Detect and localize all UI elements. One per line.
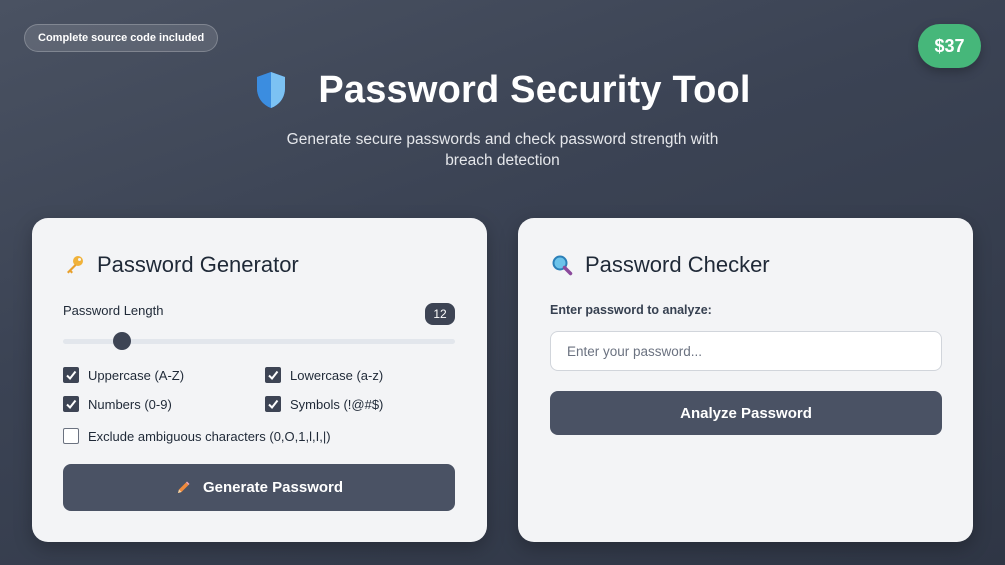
uppercase-checkbox[interactable] bbox=[63, 367, 79, 383]
analyze-password-button[interactable]: Analyze Password bbox=[550, 391, 942, 435]
hero-header: Password Security Tool bbox=[0, 62, 1005, 118]
lowercase-checkbox[interactable] bbox=[265, 367, 281, 383]
option-uppercase[interactable]: Uppercase (A-Z) bbox=[63, 367, 184, 383]
length-label: Password Length bbox=[63, 303, 164, 318]
exclude-ambiguous-checkbox[interactable] bbox=[63, 428, 79, 444]
length-value-badge: 12 bbox=[425, 303, 455, 325]
option-numbers[interactable]: Numbers (0-9) bbox=[63, 396, 172, 412]
analyze-button-label: Analyze Password bbox=[680, 404, 812, 422]
uppercase-label: Uppercase (A-Z) bbox=[88, 367, 185, 383]
length-slider-thumb[interactable] bbox=[113, 332, 132, 350]
generate-button-label: Generate Password bbox=[202, 479, 344, 496]
option-symbols[interactable]: Symbols (!@#$) bbox=[265, 396, 383, 412]
symbols-checkbox[interactable] bbox=[265, 396, 281, 412]
check-icon bbox=[268, 399, 279, 410]
generate-password-button[interactable]: Generate Password bbox=[63, 464, 455, 511]
generator-title: Password Generator bbox=[97, 252, 299, 277]
pencil-icon bbox=[177, 481, 190, 493]
password-generator-card: Password Generator Password Length 12 Up… bbox=[32, 218, 487, 542]
numbers-checkbox[interactable] bbox=[63, 396, 79, 412]
generator-header: Password Generator bbox=[63, 250, 299, 280]
check-icon bbox=[268, 370, 279, 381]
numbers-label: Numbers (0-9) bbox=[88, 396, 172, 412]
option-exclude-ambiguous[interactable]: Exclude ambiguous characters (0,O,1,l,I,… bbox=[63, 428, 331, 444]
checker-header: Password Checker bbox=[551, 250, 770, 280]
password-input-label: Enter password to analyze: bbox=[550, 303, 712, 317]
symbols-label: Symbols (!@#$) bbox=[290, 396, 384, 412]
checker-title: Password Checker bbox=[585, 252, 770, 277]
page-subtitle: Generate secure passwords and check pass… bbox=[286, 131, 719, 169]
check-icon bbox=[66, 370, 77, 381]
exclude-ambiguous-label: Exclude ambiguous characters (0,O,1,l,I,… bbox=[88, 428, 331, 444]
shield-icon bbox=[257, 72, 286, 108]
password-checker-card: Password Checker Enter password to analy… bbox=[518, 218, 973, 542]
password-input[interactable] bbox=[550, 331, 942, 371]
check-icon bbox=[66, 399, 77, 410]
source-code-badge: Complete source code included bbox=[24, 24, 219, 52]
page-title: Password Security Tool bbox=[318, 68, 751, 111]
magnifier-icon bbox=[552, 255, 573, 276]
lowercase-label: Lowercase (a-z) bbox=[290, 367, 384, 383]
key-icon bbox=[67, 256, 83, 274]
option-lowercase[interactable]: Lowercase (a-z) bbox=[265, 367, 383, 383]
